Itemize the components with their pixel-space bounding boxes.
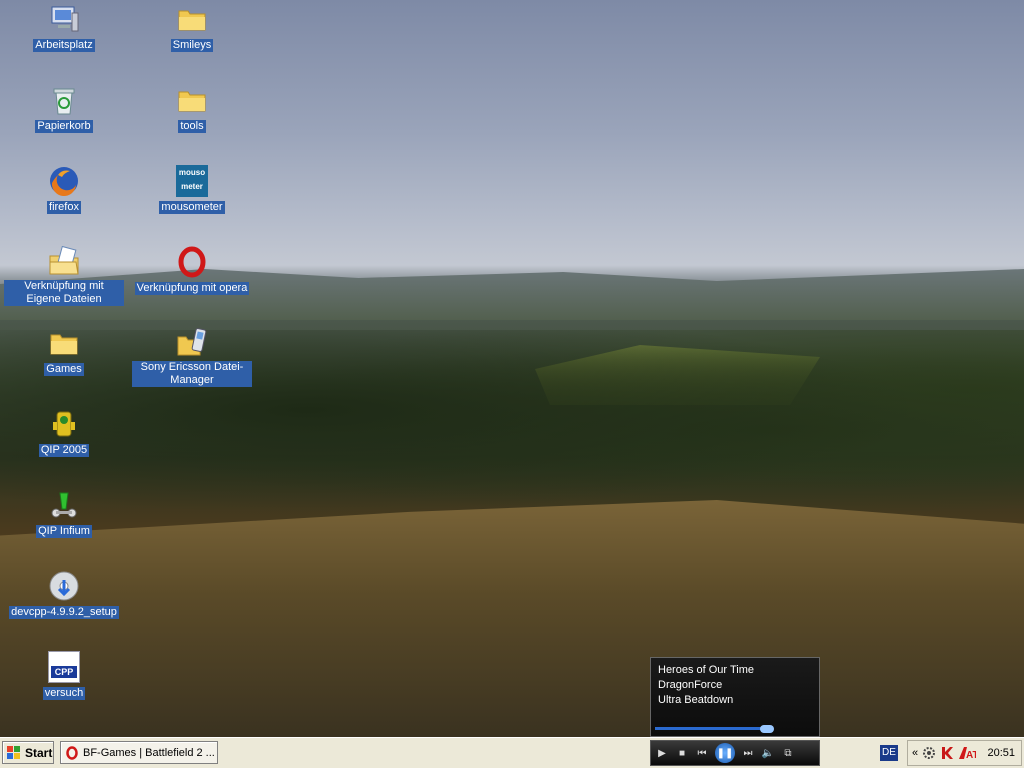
opera-icon [66, 745, 78, 760]
phone-folder-icon [176, 327, 208, 359]
start-label: Start [25, 745, 53, 760]
clock[interactable]: 20:51 [987, 747, 1015, 759]
desktop-icon-eigene-dateien[interactable]: Verknüpfung mit Eigene Dateien [4, 245, 124, 307]
qip-icon [48, 408, 80, 440]
wallpaper-grass [0, 500, 1024, 737]
icon-label: QIP Infium [36, 525, 92, 538]
setup-disc-icon [48, 570, 80, 602]
recycle-bin-icon [48, 84, 80, 116]
track-seek-handle[interactable] [760, 725, 774, 733]
icon-label: Verknüpfung mit opera [134, 282, 250, 295]
desktop-icon-firefox[interactable]: firefox [4, 165, 124, 215]
desktop-icon-versuch[interactable]: CPP versuch [4, 651, 124, 701]
windows-logo-icon [7, 745, 20, 759]
cpp-file-icon-text: CPP [51, 666, 77, 678]
computer-icon [48, 3, 80, 35]
track-artist: DragonForce [658, 679, 723, 691]
icon-label: Papierkorb [35, 120, 93, 133]
icon-label: tools [178, 120, 206, 133]
qip-infium-icon [48, 489, 80, 521]
icon-label: Games [44, 363, 84, 376]
folder-icon [176, 3, 208, 35]
desktop-icon-qip-infium[interactable]: QIP Infium [4, 489, 124, 539]
ati-icon[interactable]: ATI [958, 746, 976, 760]
mousometer-icon: mouso meter [176, 165, 208, 197]
media-player-logo-icon[interactable]: ▶ [655, 746, 669, 760]
firefox-icon [48, 165, 80, 197]
tray-expand-button[interactable]: « [912, 747, 918, 759]
system-tray: « ATI 20:51 [907, 740, 1022, 766]
icon-label: Sony Ericsson Datei-Manager [132, 361, 252, 387]
desktop-icon-opera[interactable]: Verknüpfung mit opera [132, 246, 252, 296]
opera-icon [176, 246, 208, 278]
desktop-icon-smileys[interactable]: Smileys [132, 3, 252, 53]
desktop-icon-arbeitsplatz[interactable]: Arbeitsplatz [4, 3, 124, 53]
desktop-icon-games[interactable]: Games [4, 327, 124, 377]
desktop-icon-mousometer[interactable]: mouso meter mousometer [132, 165, 252, 215]
cpp-file-icon: CPP [48, 651, 80, 683]
desktop-icon-qip-2005[interactable]: QIP 2005 [4, 408, 124, 458]
restore-player-button[interactable]: ⧉ [781, 746, 795, 760]
icon-label: Arbeitsplatz [33, 39, 95, 52]
volume-icon[interactable]: 🔈 [761, 746, 775, 760]
svg-text:ATI: ATI [966, 750, 976, 760]
desktop: Arbeitsplatz Papierkorb firefox Verknüpf… [0, 0, 1024, 737]
next-track-button[interactable]: ⏭ [741, 746, 755, 760]
folder-icon [176, 84, 208, 116]
taskbar: Start BF-Games | Battlefield 2 ... ▶ ■ ⏮… [0, 737, 1024, 768]
folder-icon [48, 327, 80, 359]
media-player-toolbar: ▶ ■ ⏮ ❚❚ ⏭ 🔈 ⧉ [650, 740, 820, 766]
mousometer-icon-text: mouso meter [178, 168, 206, 191]
track-progress-bar [655, 727, 767, 730]
icon-label: firefox [47, 201, 81, 214]
language-indicator[interactable]: DE [880, 745, 898, 761]
desktop-icon-papierkorb[interactable]: Papierkorb [4, 84, 124, 134]
track-album: Ultra Beatdown [658, 694, 734, 706]
desktop-icon-sony-ericsson[interactable]: Sony Ericsson Datei-Manager [132, 327, 252, 388]
desktop-icon-devcpp-setup[interactable]: devcpp-4.9.9.2_setup [4, 570, 124, 620]
stop-button[interactable]: ■ [675, 746, 689, 760]
media-player-now-playing[interactable]: Heroes of Our Time DragonForce Ultra Bea… [650, 657, 820, 737]
my-documents-icon [48, 245, 80, 278]
icon-label: devcpp-4.9.9.2_setup [9, 606, 119, 619]
gear-icon[interactable] [922, 746, 936, 760]
track-title: Heroes of Our Time [658, 664, 754, 676]
start-button[interactable]: Start [2, 741, 54, 764]
icon-label: versuch [42, 687, 86, 700]
icon-label: mousometer [159, 201, 225, 214]
pause-button[interactable]: ❚❚ [715, 743, 735, 763]
icon-label: Smileys [170, 39, 214, 52]
taskbar-button-opera[interactable]: BF-Games | Battlefield 2 ... [60, 741, 218, 764]
previous-track-button[interactable]: ⏮ [695, 746, 709, 760]
icon-label: Verknüpfung mit Eigene Dateien [4, 280, 124, 306]
task-label: BF-Games | Battlefield 2 ... [83, 746, 215, 759]
kaspersky-icon[interactable] [940, 746, 954, 760]
desktop-icon-tools[interactable]: tools [132, 84, 252, 134]
icon-label: QIP 2005 [38, 444, 90, 457]
